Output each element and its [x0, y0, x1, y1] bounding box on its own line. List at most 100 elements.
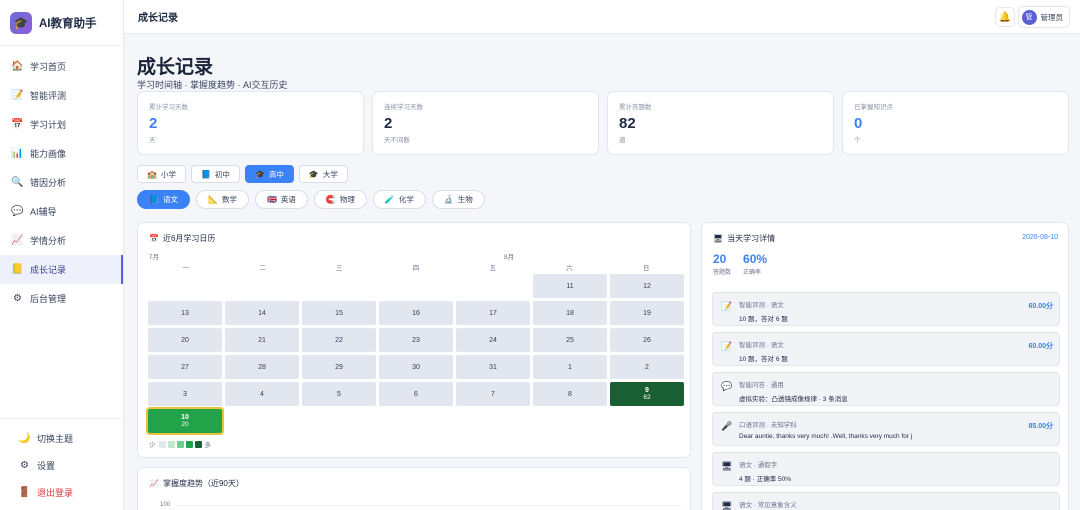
calendar-day[interactable]: 20 [148, 328, 222, 352]
legend-more-label: 多 [204, 442, 212, 449]
calendar-day[interactable]: 31 [456, 355, 530, 379]
sidebar-item[interactable]: 📊 能力画像 [0, 139, 123, 168]
trend-icon: 📈 [149, 479, 159, 488]
legend-swatch [158, 440, 166, 448]
calendar-day[interactable]: 17 [456, 301, 530, 325]
stat-unit: 天不间断 [384, 137, 410, 144]
sidebar-item[interactable]: 💬 AI辅导 [0, 197, 123, 226]
sidebar-item[interactable]: 📈 学情分析 [0, 226, 123, 255]
calendar-day[interactable]: 23 [379, 328, 453, 352]
calendar-day[interactable]: 28 [225, 355, 299, 379]
calendar-day[interactable]: 7 [456, 382, 530, 406]
calendar-day[interactable]: 6 [379, 382, 453, 406]
level-tabs: 🏫 小学 📘 初中 🎓 高中 🎓 大学 [137, 165, 348, 183]
subject-tab[interactable]: 🇬🇧 英语 [254, 190, 308, 209]
calendar-day[interactable]: 14 [225, 301, 299, 325]
calendar-day[interactable]: 9 62 [610, 382, 684, 406]
sidebar-item[interactable]: 🔍 错因分析 [0, 168, 123, 197]
topbar-title: 成长记录 [138, 13, 178, 24]
gear-icon: ⚙ [13, 293, 22, 304]
school-icon: 🏫 [147, 169, 157, 179]
subject-tab[interactable]: 🔬 生物 [431, 190, 485, 209]
sidebar-bottom-item[interactable]: ⚙ 设置 [0, 452, 123, 479]
accuracy-value: 60% [743, 252, 768, 266]
level-tab[interactable]: 🎓 大学 [298, 165, 348, 183]
sidebar-item[interactable]: 📒 成长记录 [0, 255, 123, 284]
record-score: 85.00分 [1028, 423, 1053, 430]
calendar-day[interactable]: 10 20 [146, 407, 224, 435]
brand[interactable]: 🎓 AI教育助手 [0, 0, 123, 46]
calendar-day[interactable]: 12 [610, 274, 684, 298]
user-menu-button[interactable]: 管 管理员 [1017, 6, 1070, 28]
detail-header: 🖥 当天学习详情 [713, 233, 775, 244]
calendar-day[interactable]: 22 [302, 328, 376, 352]
record-item[interactable]: 🎤 口语评测 · 未知学科 Dear auntie, thanks very muc… [712, 412, 1060, 446]
book-icon: 📘 [200, 169, 211, 179]
stat-card: 累计学习天数 2 天 [137, 91, 364, 155]
door-icon: 🚪 [18, 487, 31, 498]
mastery-header: 📈 掌握度趋势（近90天） [149, 478, 244, 489]
record-item[interactable]: 🖥 语文 · 常见意象含义 [712, 492, 1060, 510]
calendar-empty-cell [225, 409, 299, 433]
moon-icon: 🌙 [18, 433, 31, 444]
calendar-day[interactable]: 30 [379, 355, 453, 379]
monitor-icon: 🖥 [713, 234, 724, 243]
calendar-day[interactable]: 13 [148, 301, 222, 325]
record-item[interactable]: 💬 智能问答 · 通用 虚拟实验：凸透镜成像规律 · 3 条消息 [712, 372, 1060, 406]
calendar-empty-cell [456, 274, 530, 298]
notification-bell-icon[interactable]: 🔔 [995, 7, 1015, 27]
calendar-day[interactable]: 24 [456, 328, 530, 352]
record-title: 语文 · 常见意象含义 [739, 502, 797, 509]
subject-tab[interactable]: 📐 数学 [195, 190, 249, 209]
record-item[interactable]: 🖥 语文 · 通假字 4 题 · 正确率 50% [712, 452, 1060, 486]
sidebar-item[interactable]: 🏠 学习首页 [0, 52, 123, 81]
logout-button[interactable]: 🚪 退出登录 [0, 479, 123, 506]
subject-tab-label: 物理 [339, 195, 355, 204]
calendar-day[interactable]: 4 [225, 382, 299, 406]
level-tab-label: 小学 [160, 169, 176, 179]
calendar-day[interactable]: 29 [302, 355, 376, 379]
answer-count-label: 答题数 [713, 270, 732, 276]
record-item[interactable]: 📝 智能评测 · 语文 10 题，答对 6 题 60.00分 [712, 292, 1060, 326]
calendar-day[interactable]: 25 [533, 328, 607, 352]
sidebar-bottom-item[interactable]: 🌙 切换主题 [0, 425, 123, 452]
calendar-day[interactable]: 1 [533, 355, 607, 379]
answer-count-stat: 20 答题数 [713, 252, 731, 276]
calendar-title: 近6月学习日历 [162, 234, 216, 243]
weekday-label: 五 [489, 265, 496, 272]
calendar-day[interactable]: 27 [148, 355, 222, 379]
calendar-day[interactable]: 5 [302, 382, 376, 406]
level-tab[interactable]: 📘 初中 [190, 165, 240, 183]
calendar-day[interactable]: 11 [533, 274, 607, 298]
calendar-day[interactable]: 15 [302, 301, 376, 325]
calendar-day[interactable]: 19 [610, 301, 684, 325]
calendar-day[interactable]: 18 [533, 301, 607, 325]
chat-icon: 💬 [721, 381, 733, 391]
calendar-day[interactable]: 16 [379, 301, 453, 325]
sidebar-item-label: 设置 [37, 461, 56, 471]
subject-tab[interactable]: 🧲 物理 [313, 190, 367, 209]
sidebar-item[interactable]: 📝 智能评测 [0, 81, 123, 110]
record-title: 口语评测 · 未知学科 [739, 422, 797, 429]
calendar-day[interactable]: 8 [533, 382, 607, 406]
sidebar-item-label: 错因分析 [30, 178, 67, 188]
record-item[interactable]: 📝 智能评测 · 语文 10 题，答对 6 题 60.00分 [712, 332, 1060, 366]
calendar-empty-cell [379, 274, 453, 298]
sidebar-item-label: 智能评测 [30, 91, 67, 101]
calendar-day[interactable]: 21 [225, 328, 299, 352]
sidebar-item[interactable]: 📅 学习计划 [0, 110, 123, 139]
subject-tab[interactable]: 🧪 化学 [372, 190, 426, 209]
level-tab[interactable]: 🏫 小学 [137, 165, 186, 183]
day-number: 8 [568, 390, 572, 398]
day-number: 23 [412, 336, 420, 344]
sidebar-item[interactable]: ⚙ 后台管理 [0, 284, 123, 313]
calendar-day[interactable]: 26 [610, 328, 684, 352]
day-number: 9 [645, 387, 649, 394]
graduation-cap-icon: 🎓 [10, 11, 32, 34]
level-tab[interactable]: 🎓 高中 [244, 165, 294, 183]
calendar-day[interactable]: 3 [148, 382, 222, 406]
calendar-day[interactable]: 2 [610, 355, 684, 379]
record-desc: Dear auntie, thanks very much! .Well, th… [739, 433, 913, 440]
subject-tab[interactable]: 📘 语文 [137, 190, 190, 209]
legend-swatch [167, 440, 175, 448]
